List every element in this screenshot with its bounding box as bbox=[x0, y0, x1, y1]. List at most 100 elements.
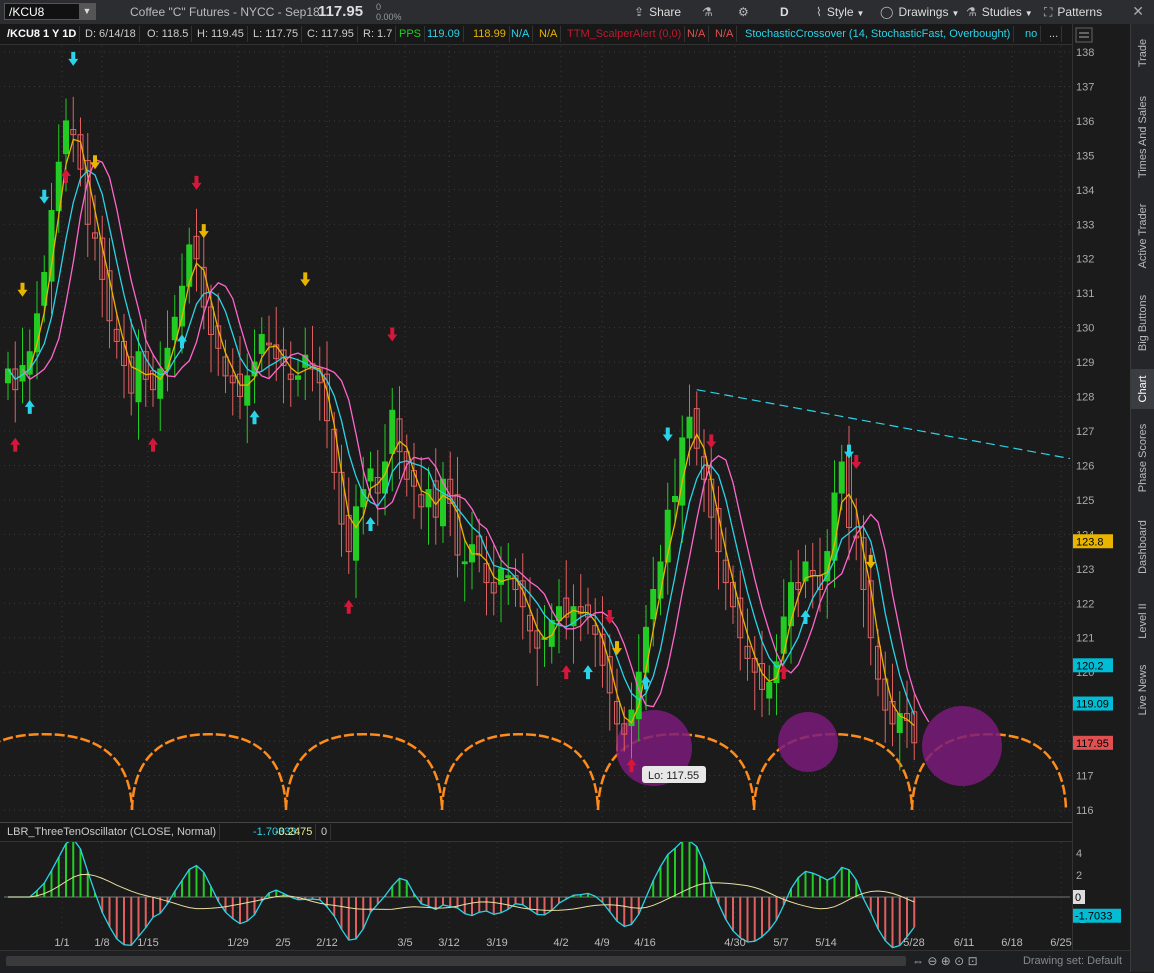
side-tab-label: Level II bbox=[1137, 603, 1149, 639]
price-tick-label: 116 bbox=[1076, 805, 1094, 817]
low-label: Lo: 117.55 bbox=[642, 766, 706, 783]
zoom-reset-icon[interactable]: ⊙ bbox=[954, 954, 964, 968]
side-tab-phase-scores[interactable]: Phase Scores bbox=[1131, 413, 1154, 503]
candle-body bbox=[672, 495, 678, 503]
zoom-out-icon[interactable]: ⊖ bbox=[927, 954, 937, 968]
oscillator-badge-label: -1.7033 bbox=[1075, 911, 1112, 923]
oscillator-panel: 420-20-1.7033 bbox=[4, 838, 1121, 949]
date-tick-label: 6/25 bbox=[1050, 937, 1071, 949]
candle-body bbox=[244, 375, 251, 406]
price-tick-label: 122 bbox=[1076, 598, 1094, 610]
cycle-arc bbox=[284, 732, 444, 811]
date-tick-label: 3/5 bbox=[397, 937, 412, 949]
side-tab-active-trader[interactable]: Active Trader bbox=[1131, 196, 1154, 276]
low-label-text: Lo: 117.55 bbox=[648, 770, 699, 782]
candle-body bbox=[686, 416, 693, 439]
ma-fast-line bbox=[7, 138, 915, 727]
side-tab-level-ii[interactable]: Level II bbox=[1131, 591, 1154, 651]
down-arrow-icon bbox=[612, 641, 622, 656]
candle-body bbox=[186, 244, 193, 287]
trendline bbox=[696, 389, 1071, 460]
date-tick-label: 4/2 bbox=[553, 937, 568, 949]
date-axis-labels: 1/1 1/8 1/15 1/29 2/5 2/12 3/5 3/12 3/19 4/2 4/9 4/… bbox=[54, 937, 1071, 949]
chart-canvas[interactable]: 1161171181191201211221231241251261271281… bbox=[0, 0, 1130, 950]
candle-body bbox=[461, 561, 468, 565]
date-tick-label: 1/15 bbox=[137, 937, 158, 949]
oscillator-value-3: 0 bbox=[318, 824, 332, 840]
price-tick-label: 127 bbox=[1076, 426, 1094, 438]
price-badge-label: 123.8 bbox=[1076, 536, 1104, 548]
down-arrow-icon bbox=[300, 272, 311, 287]
price-badge-label: 117.95 bbox=[1076, 738, 1109, 750]
up-arrow-icon bbox=[561, 665, 572, 680]
date-tick-label: 2/5 bbox=[275, 937, 290, 949]
oscillator-value-2: -0.2475 bbox=[272, 824, 317, 840]
side-tab-big-buttons[interactable]: Big Buttons bbox=[1131, 280, 1154, 365]
cycle-arcs bbox=[0, 732, 1068, 811]
candle-body bbox=[838, 461, 845, 494]
candle-body bbox=[425, 489, 432, 508]
side-tab-label: Times And Sales bbox=[1137, 95, 1149, 179]
candle-body bbox=[353, 506, 359, 561]
pan-icon[interactable]: ⇔ bbox=[912, 954, 924, 968]
price-tick-label: 138 bbox=[1076, 47, 1094, 59]
price-tick-label: 136 bbox=[1076, 116, 1094, 128]
drawing-set[interactable]: Drawing set: Default bbox=[1023, 955, 1122, 967]
side-tab-dashboard[interactable]: Dashboard bbox=[1131, 507, 1154, 587]
date-tick-label: 5/14 bbox=[815, 937, 836, 949]
price-tick-label: 134 bbox=[1076, 185, 1094, 197]
zoom-in-icon[interactable]: ⊕ bbox=[941, 954, 951, 968]
up-arrow-icon bbox=[10, 437, 21, 452]
price-tick-label: 135 bbox=[1076, 150, 1094, 162]
up-arrow-icon bbox=[583, 665, 593, 680]
down-arrow-icon bbox=[851, 455, 862, 470]
price-badge-label: 120.2 bbox=[1076, 660, 1104, 672]
price-tick-label: 129 bbox=[1076, 357, 1094, 369]
cycle-arc bbox=[130, 732, 288, 811]
candles bbox=[5, 96, 918, 771]
candle-body bbox=[63, 120, 69, 155]
side-tab-label: Phase Scores bbox=[1137, 423, 1149, 493]
price-tick-label: 131 bbox=[1076, 288, 1094, 300]
down-arrow-icon bbox=[39, 189, 50, 204]
candle-body bbox=[135, 351, 142, 403]
up-arrow-icon bbox=[800, 610, 811, 625]
close-icon[interactable]: ✕ bbox=[1132, 3, 1144, 20]
price-tick-label: 128 bbox=[1076, 392, 1094, 404]
highlight-circle bbox=[778, 712, 838, 772]
highlight-circle bbox=[922, 706, 1002, 786]
side-tab-label: Active Trader bbox=[1137, 203, 1149, 269]
side-tab-times-and-sales[interactable]: Times And Sales bbox=[1131, 82, 1154, 192]
cycle-arc bbox=[0, 732, 134, 811]
candle-body bbox=[650, 588, 657, 620]
signal-arrows bbox=[10, 51, 876, 773]
date-tick-label: 1/1 bbox=[54, 937, 69, 949]
date-tick-label: 2/12 bbox=[316, 937, 337, 949]
date-tick-label: 6/11 bbox=[954, 937, 975, 949]
horizontal-scrollbar[interactable] bbox=[6, 956, 906, 966]
expand-icon bbox=[1075, 27, 1093, 43]
oscillator-header: LBR_ThreeTenOscillator (CLOSE, Normal) -… bbox=[0, 822, 1072, 842]
side-tab-chart[interactable]: Chart bbox=[1131, 369, 1154, 409]
price-tick-label: 132 bbox=[1076, 254, 1094, 266]
side-tab-label: Live News bbox=[1137, 664, 1149, 716]
price-tick-label: 130 bbox=[1076, 323, 1094, 335]
date-tick-label: 1/29 bbox=[227, 937, 248, 949]
price-tick-label: 125 bbox=[1076, 495, 1094, 507]
candle-body bbox=[389, 409, 396, 454]
oscillator-title[interactable]: LBR_ThreeTenOscillator (CLOSE, Normal) bbox=[4, 824, 221, 840]
up-arrow-icon bbox=[365, 517, 376, 532]
date-tick-label: 4/30 bbox=[724, 937, 745, 949]
ma-slow-line bbox=[21, 158, 930, 723]
candle-body bbox=[643, 626, 649, 673]
up-arrow-icon bbox=[249, 410, 260, 425]
date-tick-label: 3/12 bbox=[438, 937, 459, 949]
zoom-controls[interactable]: ⇔ ⊖ ⊕ ⊙ ⊡ bbox=[912, 954, 978, 968]
price-tick-label: 123 bbox=[1076, 564, 1094, 576]
candle-body bbox=[360, 489, 367, 508]
side-tab-label: Chart bbox=[1137, 375, 1149, 403]
oscillator-fast-line bbox=[8, 838, 915, 949]
side-tab-trade[interactable]: Trade bbox=[1131, 28, 1154, 78]
side-tab-live-news[interactable]: Live News bbox=[1131, 655, 1154, 725]
zoom-fit-icon[interactable]: ⊡ bbox=[968, 954, 978, 968]
